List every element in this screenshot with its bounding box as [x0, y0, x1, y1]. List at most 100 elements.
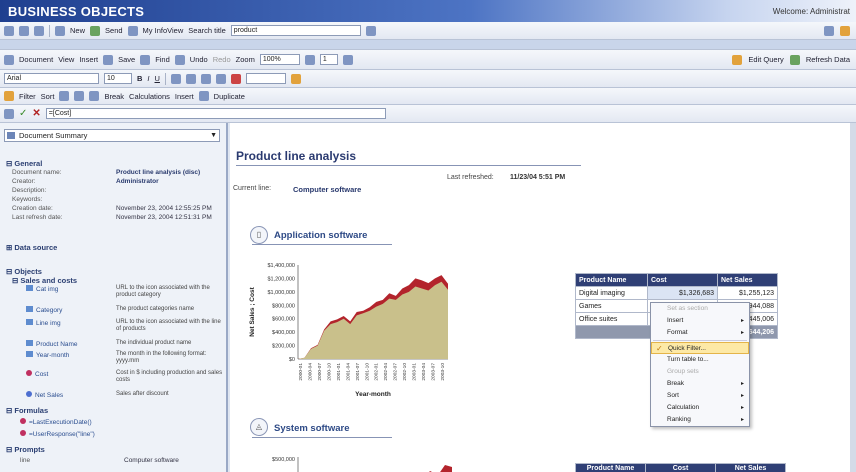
column-header[interactable]: Product Name [575, 273, 648, 287]
filter-button[interactable]: Filter [19, 92, 36, 101]
refresh-data-button[interactable]: Refresh Data [806, 55, 850, 64]
summary-field-key: Last refresh date: [12, 214, 63, 221]
panel-selector[interactable]: Document Summary ▼ [4, 129, 220, 142]
x-tick-label: 2002-01 [374, 363, 380, 381]
search-icon[interactable] [365, 25, 376, 36]
align-left-icon[interactable] [170, 73, 181, 84]
column-header[interactable]: Net Sales [717, 273, 778, 287]
prompts-section[interactable]: ⊟ Prompts [6, 445, 45, 454]
object-description: URL to the icon associated with the line… [116, 319, 221, 332]
series-area-net-sales[interactable] [298, 281, 448, 359]
myinfoview-button[interactable]: My InfoView [143, 26, 184, 35]
break-button[interactable]: Break [104, 92, 124, 101]
bold-button[interactable]: B [137, 74, 142, 83]
object-item[interactable]: Line img [26, 319, 61, 327]
formula-input[interactable]: =[Cost] [45, 108, 386, 119]
column-header[interactable]: Net Sales [715, 463, 786, 472]
y-tick-label: $200,000 [272, 344, 295, 350]
background-color-select[interactable] [245, 73, 286, 84]
column-header[interactable]: Cost [647, 273, 718, 287]
align-right-icon[interactable] [200, 73, 211, 84]
object-item[interactable]: Year-month [26, 351, 69, 359]
font-size-select[interactable]: 10 [104, 73, 132, 84]
insert-button[interactable]: Insert [175, 92, 194, 101]
next-page-icon[interactable] [342, 54, 353, 65]
chevron-down-icon[interactable]: ▼ [210, 130, 217, 141]
document-menu[interactable]: Document [19, 55, 53, 64]
table-cell[interactable]: Office suites [575, 312, 648, 326]
formula-item[interactable]: =UserResponse("line") [20, 430, 95, 438]
object-item[interactable]: Category [26, 306, 62, 314]
back-icon[interactable] [4, 25, 14, 36]
redo-button[interactable]: Redo [213, 55, 231, 64]
find-icon [140, 54, 151, 65]
system-software-chart[interactable]: $500,000 [230, 453, 460, 472]
home-icon[interactable] [34, 25, 44, 36]
search-input[interactable]: product [230, 25, 361, 36]
object-name: Line img [36, 320, 61, 327]
sales-costs-folder[interactable]: ⊟ Sales and costs [12, 276, 77, 285]
column-header[interactable]: Product Name [575, 463, 646, 472]
italic-button[interactable]: I [147, 74, 149, 83]
font-select[interactable]: Arial [4, 73, 99, 84]
y-tick-label: $1,000,000 [267, 290, 295, 296]
insert-menu[interactable]: Insert [79, 55, 98, 64]
object-item[interactable]: Net Sales [26, 391, 63, 399]
system-sales-table[interactable]: Product Name Cost Net Sales [575, 463, 786, 472]
duplicate-button[interactable]: Duplicate [214, 92, 245, 101]
sort-button[interactable]: Sort [41, 92, 55, 101]
object-item[interactable]: Cost [26, 370, 48, 378]
preferences-icon[interactable] [840, 25, 850, 36]
context-menu-item[interactable]: Turn table to... [651, 354, 749, 366]
align-center-icon[interactable] [185, 73, 196, 84]
sort-desc-icon[interactable] [74, 91, 85, 101]
table-cell[interactable]: Games [575, 299, 648, 313]
context-menu-item[interactable]: Format ▸ [651, 327, 749, 339]
page-number-field[interactable]: 1 [319, 54, 338, 65]
validate-check-icon[interactable]: ✓ [19, 108, 27, 119]
vertical-scrollbar[interactable] [850, 123, 856, 472]
save-button[interactable]: Save [118, 55, 135, 64]
edit-query-button[interactable]: Edit Query [748, 55, 783, 64]
context-menu-item[interactable]: Calculation ▸ [651, 402, 749, 414]
formula-editor-icon[interactable] [4, 108, 14, 119]
calculations-button[interactable]: Calculations [129, 92, 170, 101]
new-menu-button[interactable]: New [70, 26, 85, 35]
data-source-section[interactable]: ⊞ Data source [6, 243, 57, 252]
fill-color-icon[interactable] [290, 73, 301, 84]
underline-button[interactable]: U [155, 74, 160, 83]
zoom-field[interactable]: 100% [259, 54, 300, 65]
context-menu-item[interactable]: Insert ▸ [651, 315, 749, 327]
text-color-icon[interactable] [230, 73, 241, 84]
table-cell[interactable]: $1,326,683 [647, 286, 718, 300]
formula-item[interactable]: =LastExecutionDate() [20, 418, 92, 426]
find-button[interactable]: Find [155, 55, 170, 64]
sort-asc-icon[interactable] [59, 91, 70, 101]
object-description: Cost in $ including production and sales… [116, 370, 223, 383]
context-menu-item[interactable]: Break ▸ [651, 378, 749, 390]
context-menu-item[interactable]: ✓ Quick Filter... [651, 342, 749, 354]
cancel-x-icon[interactable]: ✕ [32, 108, 40, 119]
table-cell[interactable]: $1,255,123 [717, 286, 778, 300]
general-section[interactable]: ⊟ General [6, 159, 42, 168]
view-menu[interactable]: View [58, 55, 74, 64]
border-icon[interactable] [215, 73, 226, 84]
variable-icon [20, 430, 26, 436]
context-menu-item[interactable]: Sort ▸ [651, 390, 749, 402]
send-menu-button[interactable]: Send [105, 26, 123, 35]
series-area-cost[interactable] [420, 465, 452, 472]
object-item[interactable]: Cat img [26, 285, 58, 293]
context-menu-item[interactable]: Ranking ▸ [651, 414, 749, 426]
search-title-dropdown[interactable]: Search title [188, 26, 226, 35]
column-header[interactable]: Cost [645, 463, 716, 472]
object-item[interactable]: Product Name [26, 340, 78, 348]
table-cell[interactable]: Digital imaging [575, 286, 648, 300]
objects-section[interactable]: ⊟ Objects [6, 267, 42, 276]
forward-icon[interactable] [19, 25, 29, 36]
help-icon[interactable] [824, 25, 834, 36]
top-banner: BUSINESS OBJECTS Welcome: Administrat [0, 0, 856, 22]
application-software-chart[interactable]: $1,400,000 $1,200,000 $1,000,000 $800,000 $6… [230, 257, 460, 417]
first-page-icon[interactable] [304, 54, 315, 65]
formulas-section[interactable]: ⊟ Formulas [6, 406, 48, 415]
undo-button[interactable]: Undo [190, 55, 208, 64]
